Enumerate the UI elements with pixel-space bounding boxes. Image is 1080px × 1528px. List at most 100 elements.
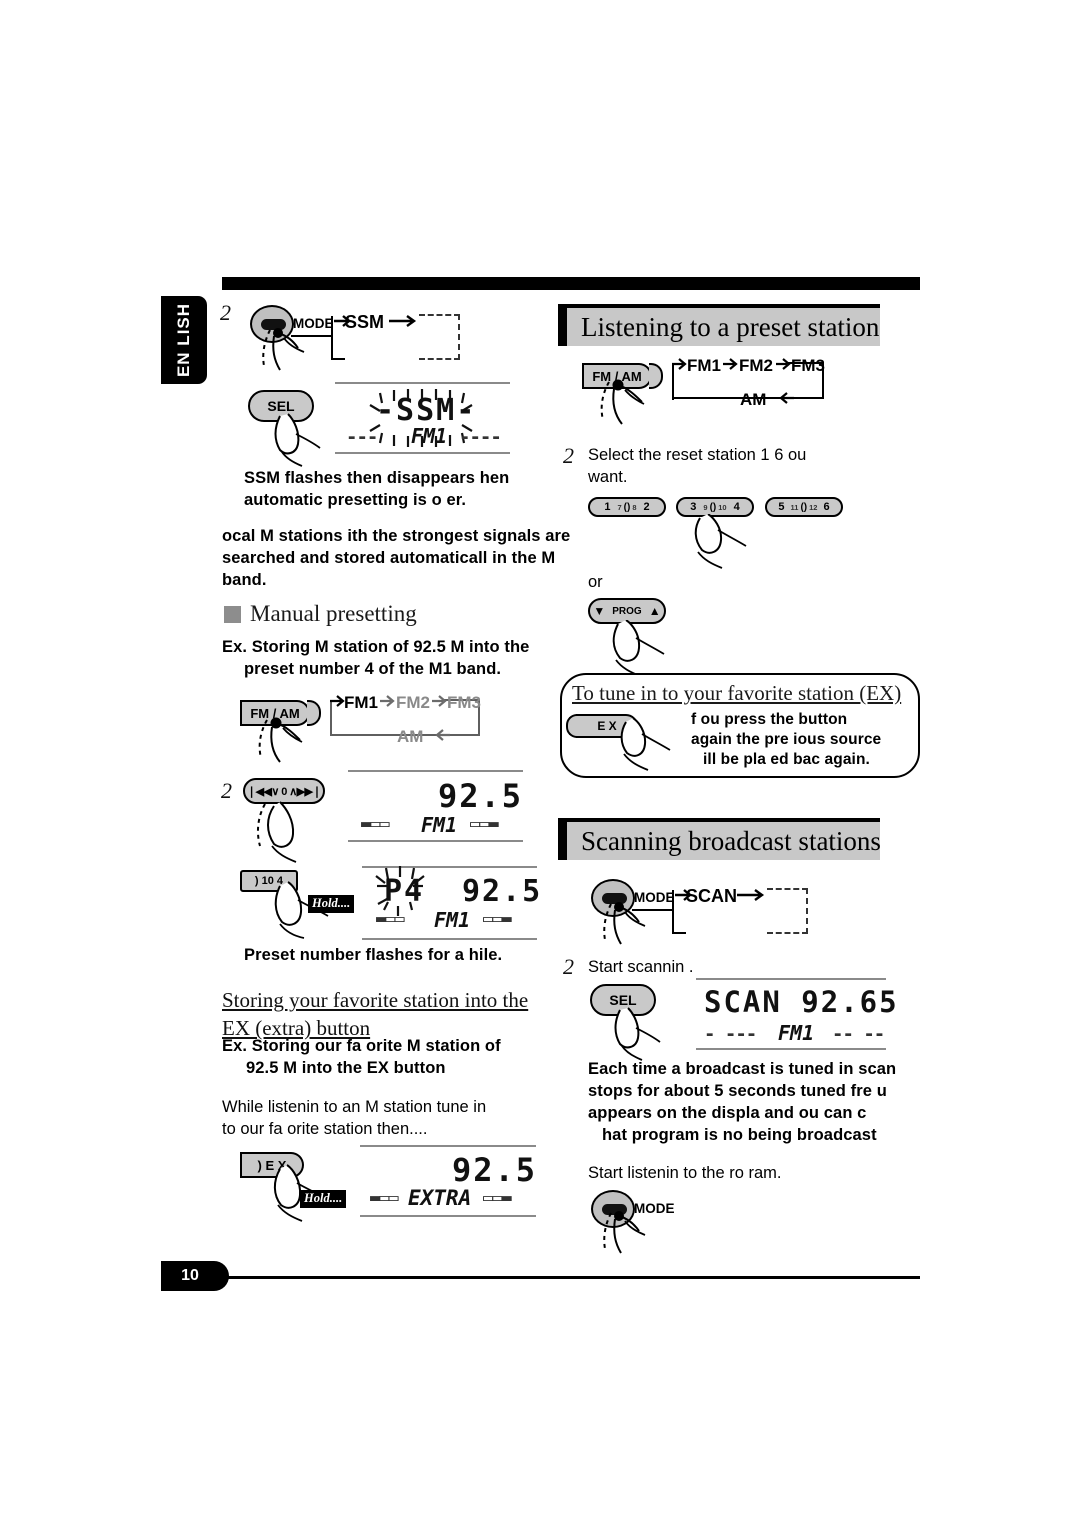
ex-note-line-3: ill be pla ed bac again.	[703, 751, 870, 769]
lcd-preset-left-bars: ▬▭▭	[376, 909, 405, 929]
scan-flow-line-2	[672, 890, 675, 934]
lcd-scan-right-dashes: -- --	[832, 1023, 885, 1045]
language-tab: EN LISH	[161, 296, 207, 384]
arrow-right-icon-scan-2	[737, 889, 765, 901]
select-preset-line-1: Select the reset station 1 6 ou	[588, 446, 807, 464]
hold-label-preset: Hold....	[308, 895, 355, 913]
sel-button-scan[interactable]: SEL	[590, 984, 656, 1016]
mode-button-final[interactable]	[591, 1190, 635, 1228]
preset-btn-9: 9	[703, 502, 708, 512]
banner-scanning-title: Scanning broadcast stations	[581, 825, 881, 856]
ssm-caption-line-1: SSM flashes then disappears hen	[244, 469, 510, 487]
chevron-down-icon: ▼	[593, 604, 606, 618]
page-number-badge: 10	[161, 1261, 229, 1291]
arrow-right-icon-2	[389, 315, 417, 327]
preset-flash-caption: Preset number flashes for a hile.	[244, 946, 503, 964]
ex-body-line-1: While listenin to an M station tune in	[222, 1098, 487, 1116]
ex-button-left[interactable]: ) E X	[240, 1152, 304, 1178]
finger-press-icon-presets	[694, 514, 747, 569]
finger-press-icon-prog	[612, 620, 665, 677]
lcd-preset-right-bars: ▭▭▬	[483, 909, 512, 929]
band-flow-left-vline	[330, 700, 333, 736]
sel-button-label: SEL	[267, 398, 295, 414]
preset-button-3-4[interactable]: 3 9 () 10 4	[676, 497, 754, 517]
banner-listening-preset-title: Listening to a preset station	[581, 311, 880, 342]
band-flow-am-left: AM	[397, 727, 424, 746]
scan-final-step-text: Start listenin to the ro ram.	[588, 1164, 782, 1182]
hold-label-ex: Hold....	[300, 1190, 347, 1208]
flow-line-2	[331, 316, 334, 360]
fm-am-button-right[interactable]: FM / AM	[582, 363, 652, 389]
ex-button-note[interactable]: E X	[576, 714, 638, 738]
manual-presetting-heading: Manual presetting	[224, 601, 417, 627]
prog-button[interactable]: ▼ PROG ▲	[588, 598, 666, 624]
tuner-updown-button[interactable]: ❘◀◀∨ 0 ∧▶▶❘	[243, 778, 325, 804]
band-flow-fm3-right: FM3	[791, 356, 825, 375]
lcd-extra-left-bars: ▬▭▭	[370, 1188, 399, 1208]
ex-button-note-label: E X	[597, 719, 617, 733]
mode-button-ssm[interactable]	[250, 305, 294, 343]
preset-button-1-2[interactable]: 1 7 () 8 2	[588, 497, 666, 517]
square-bullet-icon	[224, 606, 241, 623]
lcd-preset-band: FM1	[434, 908, 471, 932]
scan-caption-line-1: Each time a broadcast is tuned in scan	[588, 1060, 897, 1078]
mode-label-final: MODE	[634, 1201, 675, 1216]
scan-flow-dashbox	[767, 888, 808, 934]
flow-label-ssm: SSM	[345, 312, 385, 332]
sel-button-ssm[interactable]: SEL	[248, 390, 314, 422]
ex-section-heading: Storing your favorite station into the E…	[222, 986, 562, 1043]
tuner-updown-label: ❘◀◀∨ 0 ∧▶▶❘	[246, 785, 322, 798]
preset-4-button[interactable]: ) 10 4	[240, 870, 298, 892]
fm-am-button-cap	[307, 700, 321, 726]
banner-listening-preset: Listening to a preset station	[558, 304, 880, 346]
band-flow-am-right: AM	[740, 390, 767, 409]
banner-scanning: Scanning broadcast stations	[558, 818, 881, 860]
ex-example: Ex. Storing our fa orite M station of 92…	[222, 1036, 582, 1080]
band-flow-fm1-right: FM1	[687, 356, 721, 375]
lcd-extra-frequency: 92.5	[452, 1151, 538, 1189]
lcd-scan-band: FM1	[778, 1021, 815, 1045]
preset-btn-divider-2: ()	[709, 501, 717, 513]
flow-label-scan: SCAN	[686, 886, 738, 906]
scan-caption-line-2: stops for about 5 seconds tuned fre u	[588, 1082, 887, 1101]
step-number-scan: 2	[563, 954, 574, 979]
prog-button-label: PROG	[612, 605, 642, 617]
scan-caption: Each time a broadcast is tuned in scan s…	[588, 1058, 920, 1150]
ex-note-text: f ou press the button again the pre ious…	[691, 710, 919, 776]
ex-body-line-2: to our fa orite station then....	[222, 1119, 428, 1138]
ex-section-heading-line-1: Storing your favorite station into the	[222, 988, 529, 1012]
flow-line-3	[331, 358, 345, 361]
ssm-flow-dashbox	[419, 314, 460, 360]
scan-step-text: Start scannin .	[588, 958, 694, 976]
ssm-note: ocal M stations ith the strongest signal…	[222, 526, 582, 591]
fm-am-button-right-label: FM / AM	[592, 368, 642, 384]
step-number-ssm: 2	[220, 300, 231, 325]
lcd-tune-right-bars: ▭▭▬	[470, 814, 499, 834]
manual-example-line-2: preset number 4 of the M1 band.	[244, 659, 502, 678]
preset-btn-divider-3: ()	[800, 501, 808, 513]
manual-presetting-heading-text: Manual presetting	[250, 601, 417, 626]
lcd-extra-right-bars: ▭▭▬	[483, 1188, 512, 1208]
fm-am-button-left[interactable]: FM / AM	[240, 700, 310, 726]
scan-flow-line-1	[632, 909, 674, 912]
preset-button-5-6[interactable]: 5 11 () 12 6	[765, 497, 843, 517]
finger-press-icon-tuner	[256, 801, 297, 863]
select-preset-instruction: Select the reset station 1 6 ou want.	[588, 445, 928, 497]
language-tab-label: EN LISH	[174, 302, 193, 378]
preset-4-label: ) 10 4	[254, 875, 284, 887]
fm-am-button-right-cap	[649, 363, 663, 389]
ssm-caption-line-2: automatic presetting is o er.	[244, 490, 467, 509]
preset-btn-7: 7	[617, 502, 622, 512]
lcd-tune-band: FM1	[421, 813, 458, 837]
or-label: or	[588, 573, 603, 591]
ex-note-line-2: again the pre ious source	[691, 731, 882, 749]
lcd-ssm-band: FM1	[411, 424, 448, 448]
ex-example-line-1: Ex. Storing our fa orite M station of	[222, 1037, 501, 1055]
mode-button-scan[interactable]	[591, 879, 635, 917]
preset-btn-4: 4	[733, 501, 740, 513]
band-flow-fm3-left: FM3	[447, 693, 481, 712]
ssm-caption: SSM flashes then disappears hen automati…	[244, 468, 574, 512]
band-flow-fm1-left: FM1	[344, 693, 378, 712]
lcd-ssm-left-dashes: ---	[346, 426, 378, 448]
select-preset-line-2: want.	[588, 467, 628, 486]
